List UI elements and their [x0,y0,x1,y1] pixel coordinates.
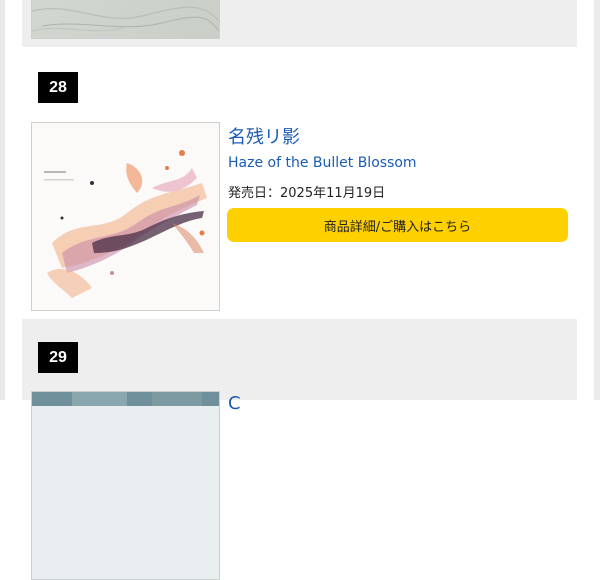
album-title-jp-29[interactable]: C [228,393,241,414]
album-cover-29[interactable] [31,391,220,580]
ranking-item-28: 28 名残リ影 Haze of the Bullet Blossom 発売日：2… [22,47,577,319]
rank-badge: 28 [38,72,78,103]
album-cover-28[interactable] [31,122,220,311]
ranking-item-27 [22,0,577,47]
ranking-item-29: 29 C [22,319,577,580]
page-frame-right [594,0,600,400]
product-details-button[interactable]: 商品詳細/ご購入はこちら [227,208,568,242]
album-title-en[interactable]: Haze of the Bullet Blossom [228,155,417,171]
release-date-value: 2025年11月19日 [280,186,386,201]
album-cover-27[interactable] [31,0,220,39]
page-frame-left [0,0,5,400]
release-date: 発売日：2025年11月19日 [228,182,385,201]
album-title-jp[interactable]: 名残リ影 [228,123,300,149]
rank-badge: 29 [38,342,78,373]
release-date-label: 発売日： [228,186,281,201]
